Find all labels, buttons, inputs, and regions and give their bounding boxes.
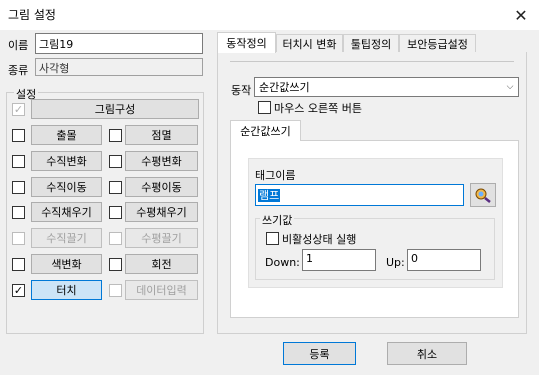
setting-button-3-1[interactable]: 수평채우기 [125,202,198,222]
kind-field: 사각형 [35,58,203,76]
setting-button-0-0[interactable]: 출몰 [31,125,102,145]
inactive-checkbox[interactable] [266,232,279,245]
tab-security[interactable]: 보안등급설정 [399,34,476,52]
name-label: 이름 [8,39,29,52]
up-label: Up: [386,256,405,269]
cancel-button[interactable]: 취소 [387,342,467,365]
setting-checkbox-3-1[interactable] [109,206,122,219]
down-label: Down: [265,256,300,269]
tag-name-label: 태그이름 [255,169,296,182]
write-value-group-title: 쓰기값 [260,212,295,228]
name-input[interactable]: 그림19 [35,33,203,54]
setting-checkbox-2-0[interactable] [12,181,25,194]
tag-browse-button[interactable] [470,183,496,207]
up-input[interactable]: 0 [407,249,481,271]
right-click-checkbox[interactable] [258,101,271,114]
tab-tooltip[interactable]: 툴팁정의 [343,34,399,52]
action-select[interactable]: 순간값쓰기 ⌵ [254,77,519,97]
subtab-instant-write[interactable]: 순간값쓰기 [230,120,301,141]
setting-checkbox-5-0[interactable] [12,258,25,271]
inactive-label: 비활성상태 실행 [282,233,357,246]
action-label: 동작 [231,84,252,97]
setting-checkbox-4-1 [109,232,122,245]
setting-button-6-1: 데이터입력 [125,280,198,300]
setting-button-2-0[interactable]: 수직이동 [31,177,102,197]
main-compose-button[interactable]: 그림구성 [31,99,199,119]
setting-checkbox-6-1 [109,284,122,297]
setting-button-2-1[interactable]: 수평이동 [125,177,198,197]
setting-button-4-1: 수평끌기 [125,228,198,248]
setting-checkbox-3-0[interactable] [12,206,25,219]
close-button[interactable]: ✕ [505,2,537,28]
setting-checkbox-0-1[interactable] [109,129,122,142]
right-click-label: 마우스 오른쪽 버튼 [274,102,362,115]
title-bar: 그림 설정 ✕ [0,0,539,30]
setting-button-4-0: 수직끌기 [31,228,102,248]
chevron-down-icon: ⌵ [506,82,514,92]
window-title: 그림 설정 [8,8,56,22]
setting-checkbox-2-1[interactable] [109,181,122,194]
browse-icon [475,188,491,203]
setting-checkbox-6-0[interactable]: ✓ [12,284,25,297]
tab-touch-change[interactable]: 터치시 변화 [276,34,343,52]
kind-label: 종류 [8,64,29,77]
setting-button-1-0[interactable]: 수직변화 [31,151,102,171]
tag-name-input[interactable]: 램프 [255,184,464,206]
setting-checkbox-1-0[interactable] [12,155,25,168]
setting-button-3-0[interactable]: 수직채우기 [31,202,102,222]
down-input[interactable]: 1 [302,249,376,271]
main-checkbox: ✓ [12,103,25,116]
divider [230,54,514,62]
close-icon: ✕ [514,5,528,25]
setting-checkbox-0-0[interactable] [12,129,25,142]
tab-action[interactable]: 동작정의 [217,32,276,53]
setting-checkbox-5-1[interactable] [109,258,122,271]
setting-button-5-0[interactable]: 색변화 [31,254,102,274]
setting-checkbox-1-1[interactable] [109,155,122,168]
action-select-value: 순간값쓰기 [259,81,310,94]
setting-button-5-1[interactable]: 회전 [125,254,198,274]
setting-button-0-1[interactable]: 점멸 [125,125,198,145]
setting-button-6-0[interactable]: 터치 [31,280,102,300]
setting-button-1-1[interactable]: 수평변화 [125,151,198,171]
ok-button[interactable]: 등록 [283,342,356,365]
setting-checkbox-4-0 [12,232,25,245]
tag-name-value: 램프 [258,189,281,202]
